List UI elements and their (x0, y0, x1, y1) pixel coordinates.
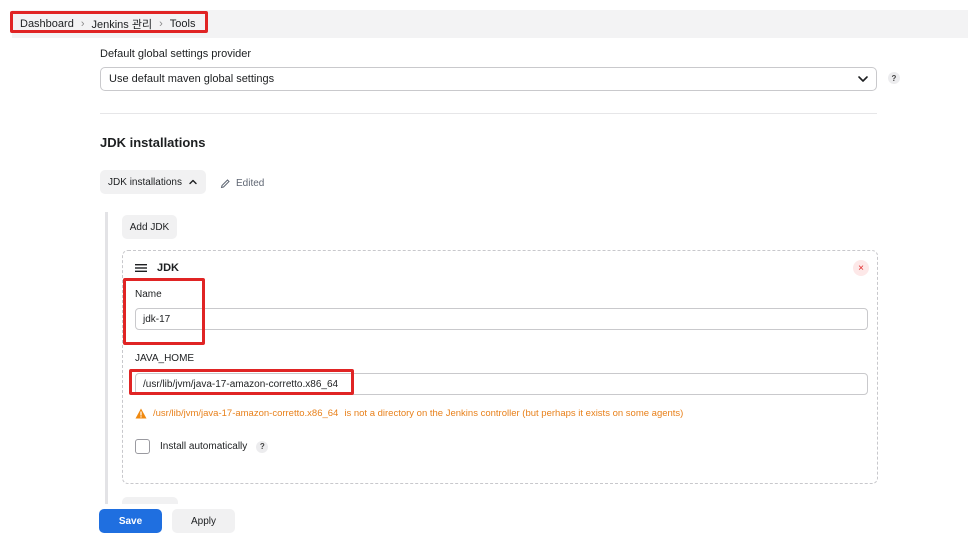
maven-settings-label: Default global settings provider (100, 48, 252, 60)
chevron-up-icon (189, 179, 197, 185)
edited-label: Edited (236, 178, 265, 189)
breadcrumb-jenkins-manage[interactable]: Jenkins 관리 (92, 16, 153, 32)
java-home-warning: /usr/lib/jvm/java-17-amazon-corretto.x86… (135, 408, 683, 419)
form-footer: Save Apply (12, 504, 968, 540)
section-divider (100, 113, 877, 114)
breadcrumb-bar: Dashboard › Jenkins 관리 › Tools (12, 10, 968, 38)
chevron-right-icon: › (80, 18, 85, 30)
add-jdk-button[interactable]: Add JDK (122, 215, 177, 239)
maven-help-icon[interactable]: ? (888, 72, 900, 84)
maven-settings-value: Use default maven global settings (109, 73, 275, 85)
breadcrumb-tools[interactable]: Tools (170, 18, 196, 30)
jdk-card-header: JDK (135, 262, 179, 274)
warning-path: /usr/lib/jvm/java-17-amazon-corretto.x86… (153, 408, 339, 419)
apply-button[interactable]: Apply (172, 509, 235, 533)
breadcrumb: Dashboard › Jenkins 관리 › Tools (20, 14, 195, 34)
install-automatically-label[interactable]: Install automatically (160, 441, 247, 452)
pencil-icon (220, 179, 230, 189)
add-jdk-label: Add JDK (129, 221, 170, 233)
warning-text: is not a directory on the Jenkins contro… (344, 408, 684, 419)
page: Dashboard › Jenkins 관리 › Tools Default g… (10, 10, 968, 540)
install-automatically-checkbox[interactable] (135, 439, 150, 454)
chevron-right-icon: › (159, 18, 163, 30)
section-indent-bar (105, 212, 108, 507)
warning-icon (135, 408, 147, 419)
name-label: Name (135, 289, 162, 300)
edited-indicator: Edited (220, 178, 264, 189)
jdk-name-input[interactable]: jdk-17 (135, 308, 868, 330)
drag-handle-icon[interactable] (135, 263, 147, 273)
java-home-label: JAVA_HOME (135, 353, 195, 364)
chevron-down-icon (858, 76, 868, 82)
delete-jdk-button[interactable]: × (853, 260, 869, 276)
java-home-value: /usr/lib/jvm/java-17-amazon-corretto.x86… (143, 378, 339, 390)
jdk-card-title: JDK (157, 262, 180, 274)
jdk-section-title: JDK installations (100, 135, 206, 150)
jdk-installations-toggle[interactable]: JDK installations (100, 170, 206, 194)
jdk-installations-toggle-label: JDK installations (108, 176, 182, 188)
java-home-input[interactable]: /usr/lib/jvm/java-17-amazon-corretto.x86… (135, 373, 868, 395)
install-help-icon[interactable]: ? (256, 440, 269, 453)
breadcrumb-dashboard[interactable]: Dashboard (20, 18, 74, 30)
install-automatically-row: Install automatically ? (135, 439, 269, 454)
jdk-card: JDK × Name jdk-17 JAVA_HOME /usr/lib/jvm… (122, 250, 878, 484)
jdk-name-value: jdk-17 (143, 313, 171, 325)
save-button[interactable]: Save (99, 509, 162, 533)
maven-settings-select[interactable]: Use default maven global settings (100, 67, 877, 91)
